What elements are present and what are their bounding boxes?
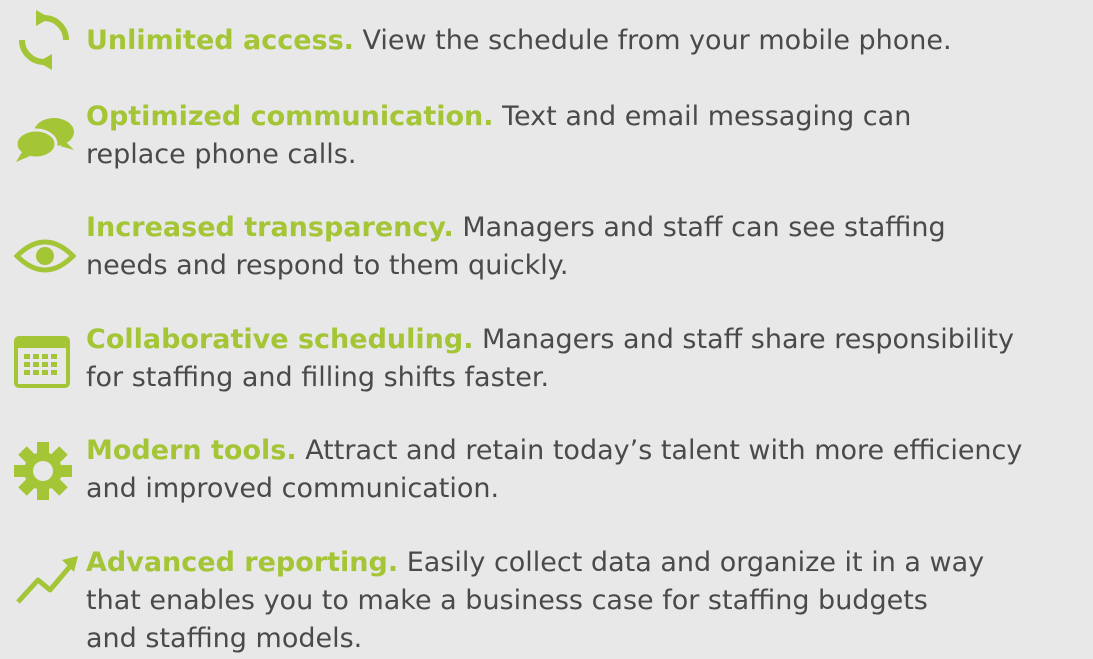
feature-title: Modern tools. bbox=[86, 435, 297, 466]
feature-advanced-reporting: Advanced reporting. Easily collect data … bbox=[86, 544, 1086, 658]
feature-text-line: and improved communication. bbox=[86, 473, 500, 504]
feature-title: Increased transparency. bbox=[86, 212, 454, 243]
feature-text-line: Easily collect data and organize it in a… bbox=[406, 547, 985, 578]
chat-bubbles-icon bbox=[14, 116, 76, 166]
feature-text-line: Managers and staff share responsibility bbox=[482, 324, 1014, 355]
feature-optimized-communication: Optimized communication. Text and email … bbox=[86, 98, 1086, 174]
feature-text-line: and staffing models. bbox=[86, 623, 363, 654]
feature-unlimited-access: Unlimited access. View the schedule from… bbox=[86, 22, 1086, 60]
feature-title: Advanced reporting. bbox=[86, 547, 399, 578]
feature-text-line: Managers and staff can see staffing bbox=[462, 212, 946, 243]
feature-increased-transparency: Increased transparency. Managers and sta… bbox=[86, 209, 1086, 285]
feature-modern-tools: Modern tools. Attract and retain today’s… bbox=[86, 432, 1086, 508]
feature-title: Collaborative scheduling. bbox=[86, 324, 474, 355]
calendar-icon bbox=[14, 336, 70, 388]
feature-text-line: View the schedule from your mobile phone… bbox=[362, 25, 952, 56]
feature-title: Optimized communication. bbox=[86, 101, 494, 132]
eye-icon bbox=[14, 236, 76, 276]
feature-text-line: Attract and retain today’s talent with m… bbox=[305, 435, 1023, 466]
feature-text-line: needs and respond to them quickly. bbox=[86, 250, 569, 281]
feature-text-line: that enables you to make a business case… bbox=[86, 585, 928, 616]
feature-title: Unlimited access. bbox=[86, 25, 354, 56]
trend-arrow-icon bbox=[14, 554, 80, 606]
feature-text-line: replace phone calls. bbox=[86, 139, 357, 170]
feature-text-line: Text and email messaging can bbox=[502, 101, 912, 132]
feature-collaborative-scheduling: Collaborative scheduling. Managers and s… bbox=[86, 321, 1086, 397]
feature-text-line: for staffing and filling shifts faster. bbox=[86, 362, 550, 393]
refresh-arrows-icon bbox=[14, 10, 74, 70]
gear-icon bbox=[14, 442, 72, 500]
